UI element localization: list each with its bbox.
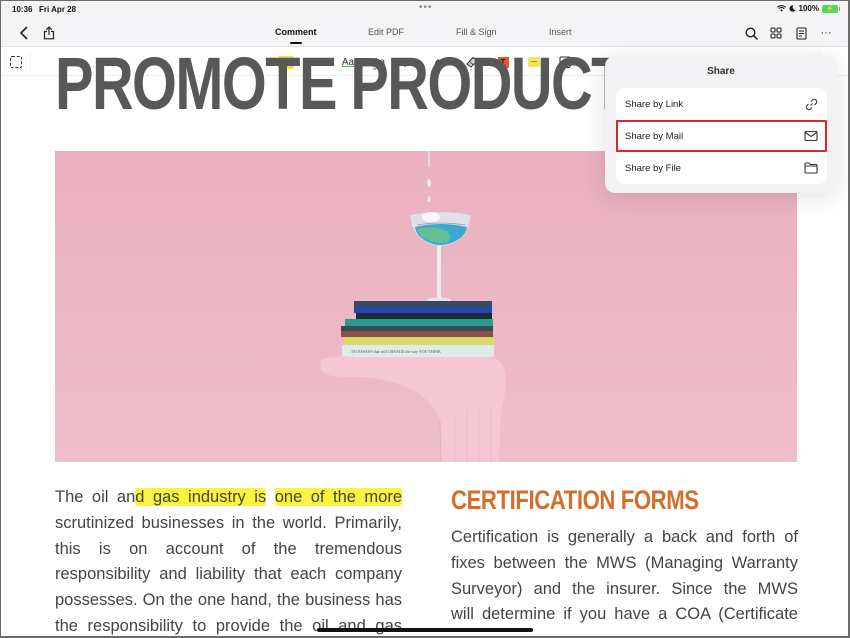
more-button[interactable]: ··· (817, 24, 835, 42)
area-select-tool[interactable] (10, 56, 22, 68)
share-option-label: Share by Mail (625, 130, 684, 142)
glass-stem (437, 246, 441, 298)
text-line: this is on account of the tremendous (55, 539, 402, 558)
more-icon: ··· (820, 27, 832, 39)
highlight-annotation[interactable]: one of the more (274, 488, 402, 506)
search-button[interactable] (742, 24, 760, 42)
moon-icon (789, 5, 796, 12)
text-line: Surveyor) and the insurer. Since the MWS (451, 579, 798, 598)
wifi-icon (776, 5, 786, 12)
text-line: scrutinized businesses in the world. Pri… (55, 513, 402, 532)
grid-icon (770, 27, 782, 39)
mail-icon (804, 129, 818, 143)
text-line: will determine if you have a COA (Certif… (451, 605, 798, 624)
left-column-text: The oil and gas industry is one of the m… (55, 485, 402, 636)
svg-text:101 ESSAYS that will CHANGE th: 101 ESSAYS that will CHANGE the way YOU … (351, 349, 441, 354)
chevron-left-icon (20, 26, 28, 40)
multitasking-dots[interactable]: ••• (419, 2, 433, 13)
document-title: PROMOTE PRODUCT (55, 42, 626, 125)
text-line: possesses. On the one hand, the business… (55, 591, 402, 610)
text-line: the responsibility to provide the oil an… (55, 616, 402, 635)
share-popover-title: Share (707, 66, 735, 77)
text-line: responsibility and liability that each c… (55, 565, 402, 584)
thumbnails-button[interactable] (767, 24, 785, 42)
document-image: 101 ESSAYS that will CHANGE the way YOU … (55, 151, 797, 462)
status-indicators: 100% ⚡ (776, 4, 840, 13)
share-popover: Share Share by Link Share by Mail Share … (605, 50, 837, 193)
status-bar: 10:36 Fri Apr 28 ••• 100% ⚡ (1, 1, 848, 19)
toolbar-divider (30, 53, 31, 71)
share-option-label: Share by File (625, 162, 681, 174)
folder-icon (804, 161, 818, 175)
book-stack: 101 ESSAYS that will CHANGE the way YOU … (341, 301, 494, 357)
share-button[interactable] (40, 24, 58, 42)
section-heading: CERTIFICATION FORMS (451, 485, 699, 515)
page-view-button[interactable] (792, 24, 810, 42)
text-line: The oil and gas industry is one of the m… (55, 488, 402, 506)
highlight-annotation[interactable]: d gas industry is (135, 488, 267, 506)
tab-fill-sign[interactable]: Fill & Sign (456, 27, 497, 37)
text-line: Certification is generally a back and fo… (451, 528, 798, 546)
tab-insert[interactable]: Insert (549, 27, 572, 37)
share-by-file-option[interactable]: Share by File (616, 152, 827, 184)
liquid-drip (428, 151, 430, 167)
tab-comment[interactable]: Comment (275, 27, 317, 44)
liquid-drop (427, 196, 431, 202)
app-window: 10:36 Fri Apr 28 ••• 100% ⚡ Comment Edit… (1, 1, 848, 636)
cocktail-books-illustration: 101 ESSAYS that will CHANGE the way YOU … (55, 151, 797, 462)
back-button[interactable] (15, 24, 33, 42)
share-options-list: Share by Link Share by Mail Share by Fil… (616, 88, 827, 184)
search-icon (744, 26, 758, 40)
share-icon (43, 26, 55, 40)
share-option-label: Share by Link (625, 98, 684, 110)
tab-edit-pdf[interactable]: Edit PDF (368, 27, 404, 37)
status-date: Fri Apr 28 (39, 5, 77, 14)
battery-percent: 100% (798, 4, 819, 13)
status-time: 10:36 (12, 5, 33, 14)
right-column-text: Certification is generally a back and fo… (451, 525, 798, 628)
liquid-drop (427, 179, 431, 187)
share-by-mail-option[interactable]: Share by Mail (616, 120, 827, 152)
page-view-icon (795, 26, 807, 40)
battery-charging-icon: ⚡ (822, 4, 840, 13)
home-indicator[interactable] (317, 628, 533, 632)
text-line: fixes between the MWS (Managing Warranty (451, 553, 798, 572)
share-by-link-option[interactable]: Share by Link (616, 88, 827, 120)
link-icon (804, 97, 818, 111)
